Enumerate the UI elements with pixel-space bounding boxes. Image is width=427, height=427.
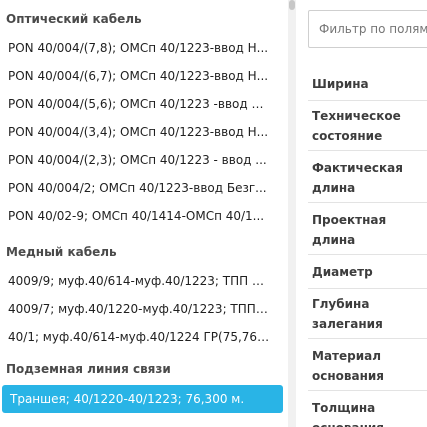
- list-item[interactable]: PON 40/004/(3,4); ОМСп 40/1223-ввод Н...: [0, 118, 283, 146]
- field-divider: [308, 288, 427, 289]
- field-label: Проектная длина: [312, 213, 387, 247]
- field-label: Глубина залегания: [312, 297, 383, 331]
- list-item[interactable]: PON 40/004/(6,7); ОМСп 40/1223-ввод Н...: [0, 62, 283, 90]
- field-label: Толщина основания: [312, 401, 384, 427]
- field-divider: [308, 254, 427, 255]
- section-header-copper: Медный кабель: [6, 245, 117, 259]
- field-divider: [308, 338, 427, 339]
- list-item-selected[interactable]: Траншея; 40/1220-40/1223; 76,300 м.: [2, 385, 283, 413]
- list-item[interactable]: 4009/7; муф.40/1220-муф.40/1223; ТПП 1..…: [0, 295, 283, 323]
- attributes-panel: Ширина Техническое состояние Фактическая…: [298, 0, 427, 427]
- list-item[interactable]: PON 40/004/(2,3); ОМСп 40/1223 - ввод ..…: [0, 146, 283, 174]
- list-item[interactable]: PON 40/004/2; ОМСп 40/1223-ввод Безг...: [0, 174, 283, 202]
- section-header-optical: Оптический кабель: [6, 12, 142, 26]
- list-item[interactable]: 4009/9; муф.40/614-муф.40/1223; ТПП 10..…: [0, 267, 283, 295]
- list-item[interactable]: 40/1; муф.40/614-муф.40/1224 ГР(75,76,7.…: [0, 323, 283, 351]
- list-item[interactable]: PON 40/004/(7,8); ОМСп 40/1223-ввод Н...: [0, 34, 283, 62]
- filter-input[interactable]: [308, 10, 427, 48]
- field-label: Фактическая длина: [312, 161, 403, 195]
- field-label: Диаметр: [312, 265, 373, 279]
- list-item[interactable]: PON 40/02-9; ОМСп 40/1414-ОМСп 40/1...: [0, 202, 283, 230]
- field-label: Техническое состояние: [312, 109, 401, 143]
- field-label: Ширина: [312, 77, 369, 91]
- list-item[interactable]: PON 40/004/(5,6); ОМСп 40/1223 -ввод Н..…: [0, 90, 283, 118]
- section-header-underground: Подземная линия связи: [6, 362, 171, 376]
- field-divider: [308, 202, 427, 203]
- list-scrollbar[interactable]: [288, 0, 296, 427]
- scrollbar-thumb[interactable]: [289, 0, 295, 10]
- field-label: Материал основания: [312, 349, 384, 383]
- field-divider: [308, 150, 427, 151]
- object-list-panel: Оптический кабель PON 40/004/(7,8); ОМСп…: [0, 0, 287, 427]
- field-divider: [308, 100, 427, 101]
- field-divider: [308, 390, 427, 391]
